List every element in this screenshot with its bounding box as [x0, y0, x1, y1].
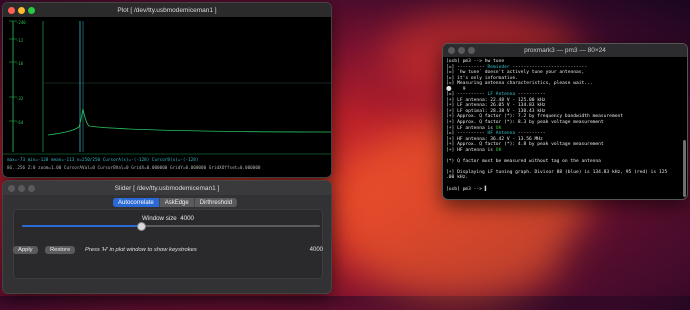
terminal-scrollbar[interactable] — [683, 140, 686, 197]
minimize-icon[interactable] — [18, 184, 25, 192]
terminal-window[interactable]: proxmark3 — pm3 — 80×24 [usb] pm3 --> hw… — [442, 43, 688, 200]
window-size-value: 4000 — [180, 215, 194, 222]
close-icon[interactable] — [8, 6, 15, 14]
plot-status-line: 8G..256 Z:0 zoom=1.00 CursorAVal=0 Curso… — [7, 166, 261, 171]
window-size-slider[interactable] — [22, 221, 320, 231]
slider-window-title: Slider [ /dev/tty.usbmodemiceman1 ] — [114, 184, 220, 192]
terminal-text: OK — [495, 125, 502, 131]
zoom-icon[interactable] — [468, 47, 475, 54]
tab-askedge[interactable]: AskEdge — [160, 198, 195, 207]
terminal-text: [=] Measuring antenna characteristics, p… — [446, 81, 593, 87]
terminal-text: [+] LF antenna is — [446, 125, 496, 131]
y-tick-label: -16 — [16, 61, 24, 66]
tuning-curve — [47, 108, 331, 136]
bottom-value: 4000 — [309, 247, 323, 253]
minimize-icon[interactable] — [458, 47, 465, 54]
terminal-text: [+] HF antenna is — [446, 147, 496, 153]
terminal-text: ▌ — [484, 186, 488, 192]
restore-button[interactable]: Restore — [45, 246, 76, 254]
terminal-line: [usb] pm3 --> ▌ — [446, 187, 681, 193]
terminal-text: [=] it's only informative. — [446, 75, 518, 81]
settings-panel: Window size 4000 — [13, 209, 323, 279]
terminal-text: [usb] pm3 --> hw tune — [446, 59, 505, 64]
terminal-text: [=] ---------- — [446, 92, 488, 98]
terminal-text: [=] ---------- — [446, 131, 488, 137]
zoom-icon[interactable] — [28, 6, 35, 14]
close-icon[interactable] — [8, 184, 15, 192]
tab-dirthreshold[interactable]: Dirthreshold — [195, 198, 237, 207]
terminal-text: HF Antenna — [487, 131, 516, 137]
y-tick-label: -12 — [16, 38, 24, 43]
terminal-text: (*) Q factor must be measured without ta… — [446, 158, 601, 164]
terminal-text: [+] Approx. Q factor (*): 8.3 by peak vo… — [446, 120, 604, 126]
slider-titlebar[interactable]: Slider [ /dev/tty.usbmodemiceman1 ] — [3, 181, 331, 195]
terminal-text: .00 kHz. — [446, 175, 469, 181]
terminal-text: [+] Displaying LF tuning graph. Divisor … — [446, 169, 668, 175]
slider-fill — [22, 225, 142, 227]
close-icon[interactable] — [448, 47, 455, 54]
terminal-text: [+] HF antenna: 36.42 V - 13.56 MHz — [446, 136, 543, 142]
window-size-label: Window size 4000 — [142, 215, 194, 222]
terminal-text: ---------- — [515, 131, 546, 137]
plot-graph[interactable]: -240 -12 -16 -32 -64 — [3, 17, 331, 177]
tab-autocorrelate[interactable]: Autocorrelate — [113, 198, 160, 207]
apply-button[interactable]: Apply — [13, 246, 38, 254]
zoom-icon[interactable] — [28, 184, 35, 192]
terminal-text: [=] `hw tune` doesn't actively tune your… — [446, 70, 585, 76]
terminal-text: [=] ---------- — [446, 64, 488, 70]
terminal-text: LF Antenna — [487, 92, 516, 98]
terminal-text: ⚪ 9 — [446, 86, 466, 92]
terminal-title: proxmark3 — pm3 — 80×24 — [524, 47, 606, 54]
slider-window[interactable]: Slider [ /dev/tty.usbmodemiceman1 ] Auto… — [2, 180, 332, 294]
terminal-output[interactable]: [usb] pm3 --> hw tune [=] ---------- Remi… — [446, 59, 681, 192]
terminal-line: [+] Displaying LF tuning graph. Divisor … — [446, 170, 681, 176]
y-tick-label: -32 — [16, 96, 24, 101]
y-tick-label: -240 — [16, 20, 26, 25]
terminal-text: [usb] pm3 --> — [446, 186, 485, 192]
mode-tabs: Autocorrelate AskEdge Dirthreshold — [113, 198, 238, 207]
plot-window[interactable]: Plot [ /dev/tty.usbmodemiceman1 ] -240 -… — [2, 2, 332, 178]
terminal-text: [+] Approx. Q factor (*): 7.2 by frequen… — [446, 114, 624, 120]
keystroke-hint: Press 'H' in plot window to show keystro… — [85, 247, 197, 253]
terminal-text: --------------------------- — [509, 64, 588, 70]
terminal-text: [+] Approx. Q factor (*): 4.8 by peak vo… — [446, 142, 604, 148]
terminal-text: ---------- — [515, 92, 546, 98]
minimize-icon[interactable] — [18, 6, 25, 14]
y-tick-label: -64 — [16, 120, 24, 125]
terminal-text: [+] LF antenna: 26.05 V - 134.83 kHz — [446, 103, 546, 109]
terminal-titlebar[interactable]: proxmark3 — pm3 — 80×24 — [443, 44, 687, 57]
plot-window-title: Plot [ /dev/tty.usbmodemiceman1 ] — [117, 6, 217, 14]
slider-thumb[interactable] — [136, 221, 146, 231]
plot-titlebar[interactable]: Plot [ /dev/tty.usbmodemiceman1 ] — [3, 3, 331, 17]
terminal-text: OK — [495, 147, 502, 153]
plot-status-line: max=-73 min=-128 mean=-113 n=250/250 Cur… — [7, 158, 199, 163]
terminal-text: Reminder — [487, 64, 510, 70]
